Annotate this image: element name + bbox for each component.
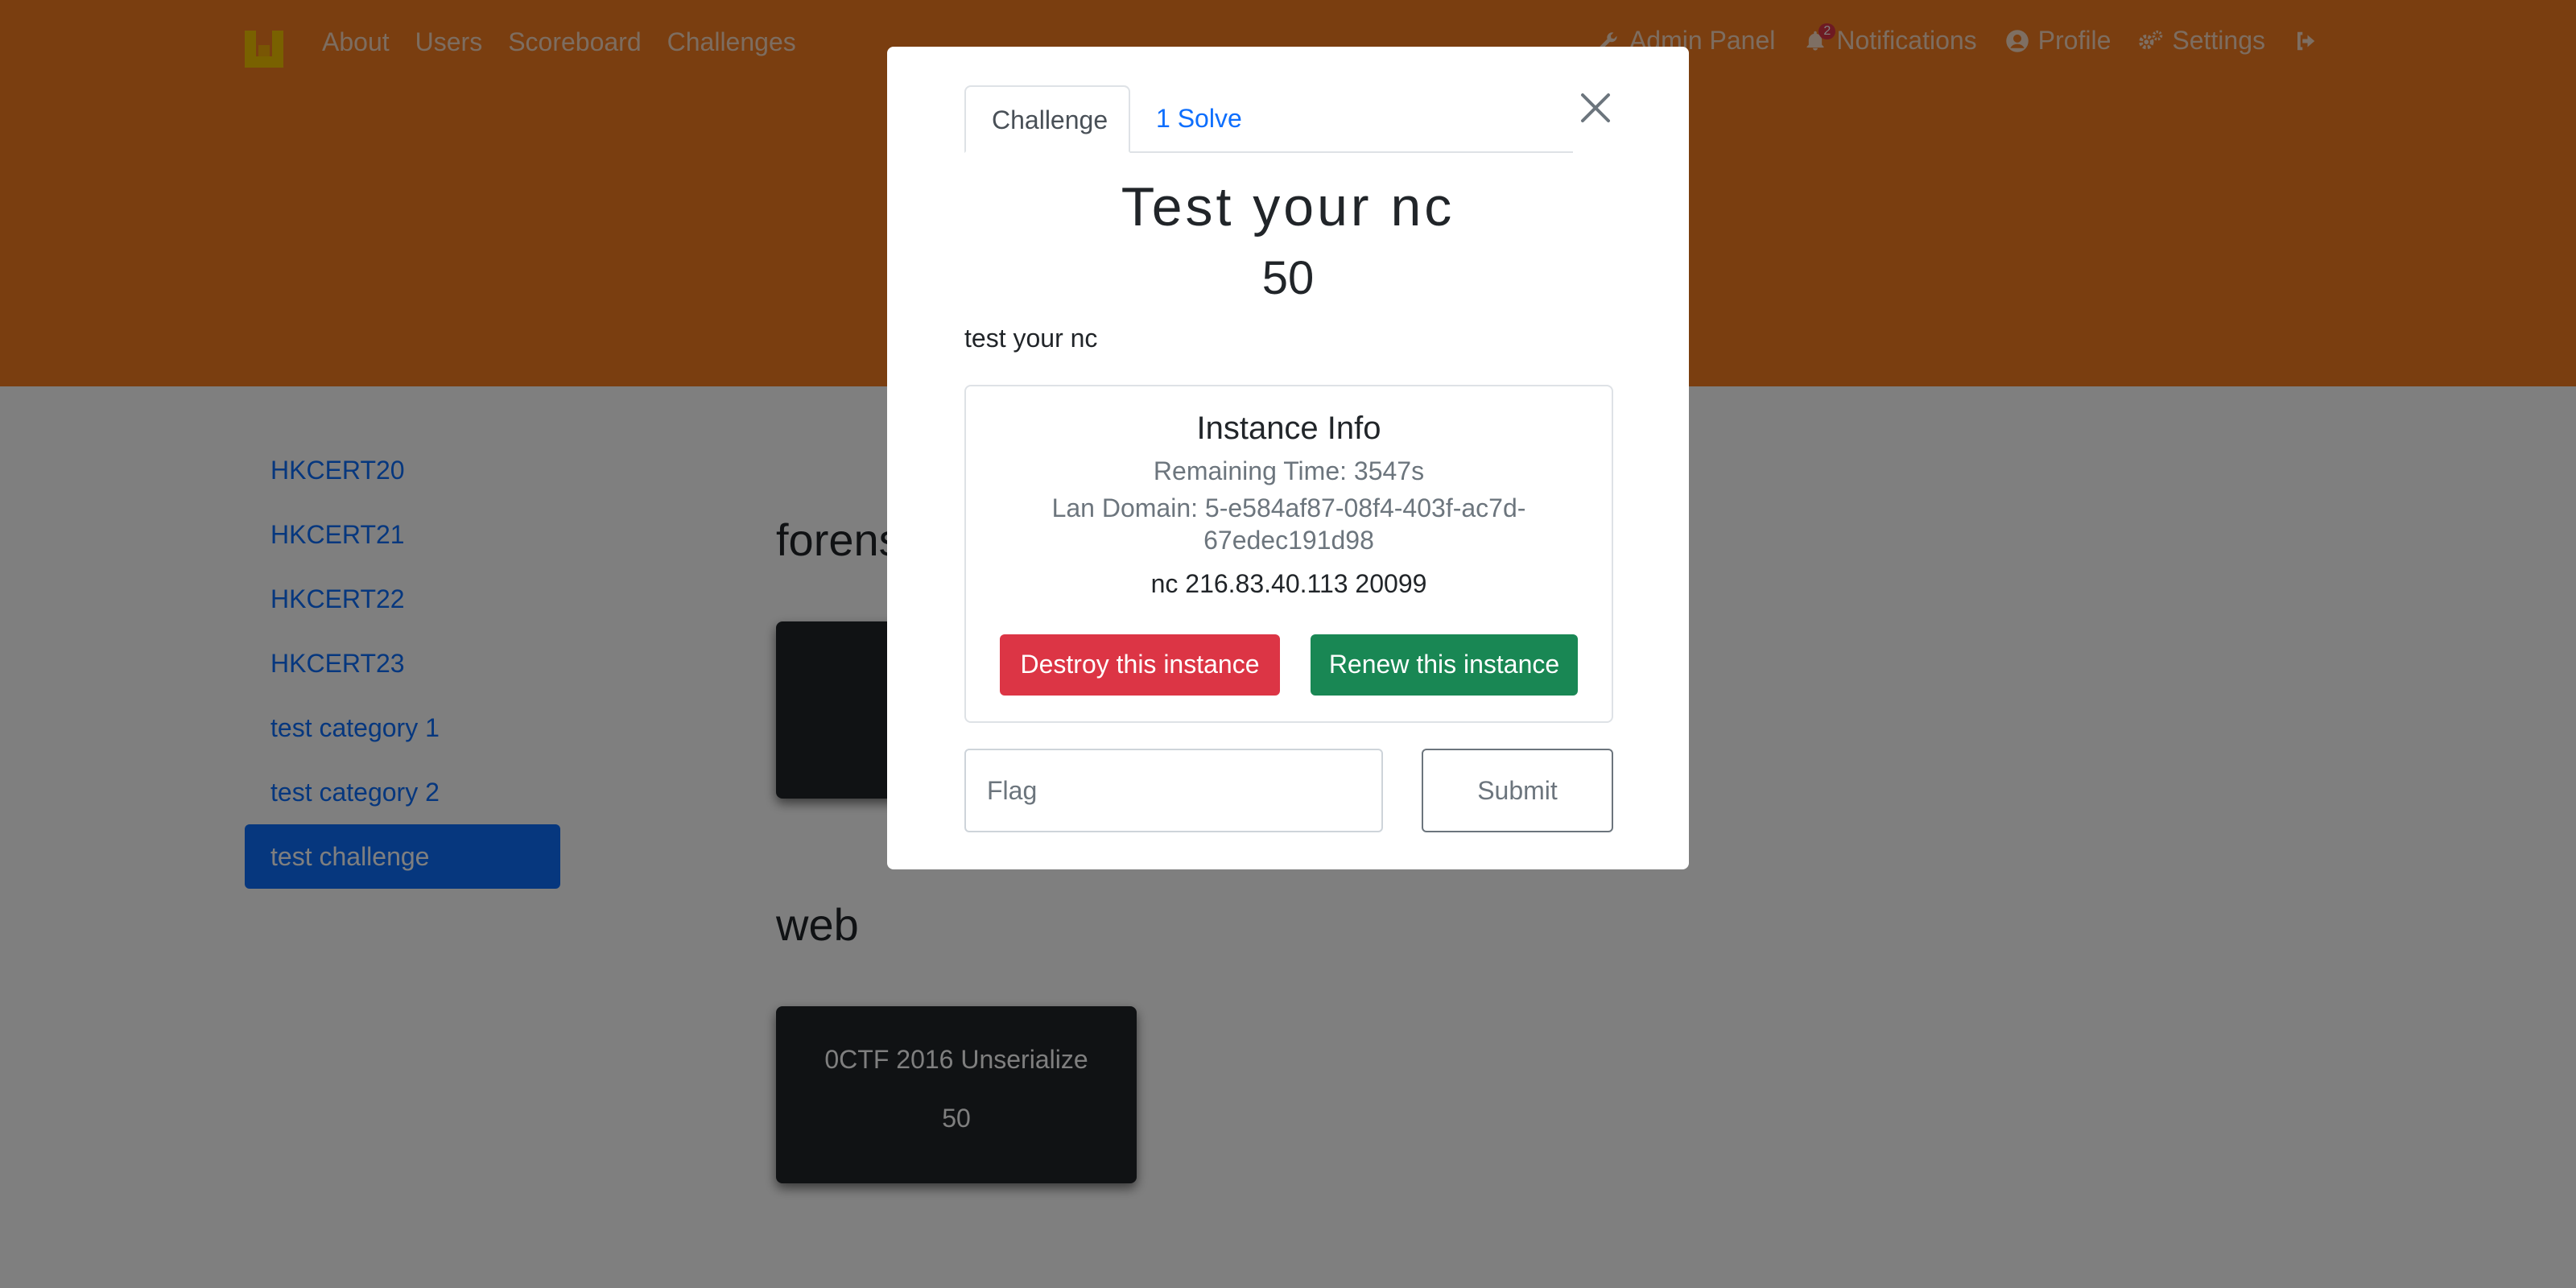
instance-lan-domain: Lan Domain: 5-e584af87-08f4-403f-ac7d-67… [1051, 493, 1526, 555]
modal-tabs: Challenge 1 Solve [964, 85, 1573, 153]
tab-solves[interactable]: 1 Solve [1130, 85, 1268, 153]
close-icon [1581, 93, 1610, 122]
submit-flag-button[interactable]: Submit [1422, 749, 1613, 832]
challenge-name: Test your nc [1121, 176, 1455, 237]
challenge-description: test your nc [964, 324, 1098, 353]
renew-instance-button[interactable]: Renew this instance [1311, 634, 1578, 696]
instance-connection-string: nc 216.83.40.113 20099 [1150, 569, 1427, 598]
instance-remaining-time: Remaining Time: 3547s [1153, 456, 1425, 485]
tab-challenge[interactable]: Challenge [964, 85, 1130, 153]
challenge-value: 50 [1261, 252, 1315, 304]
challenge-modal: Challenge 1 Solve Test your nc 50 test y… [887, 47, 1689, 869]
destroy-instance-button[interactable]: Destroy this instance [1000, 634, 1280, 696]
close-modal-button[interactable] [1573, 85, 1618, 130]
flag-input[interactable] [964, 749, 1383, 832]
instance-info-panel: Instance Info Remaining Time: 3547s Lan … [964, 385, 1613, 723]
instance-info-title: Instance Info [1196, 411, 1381, 446]
